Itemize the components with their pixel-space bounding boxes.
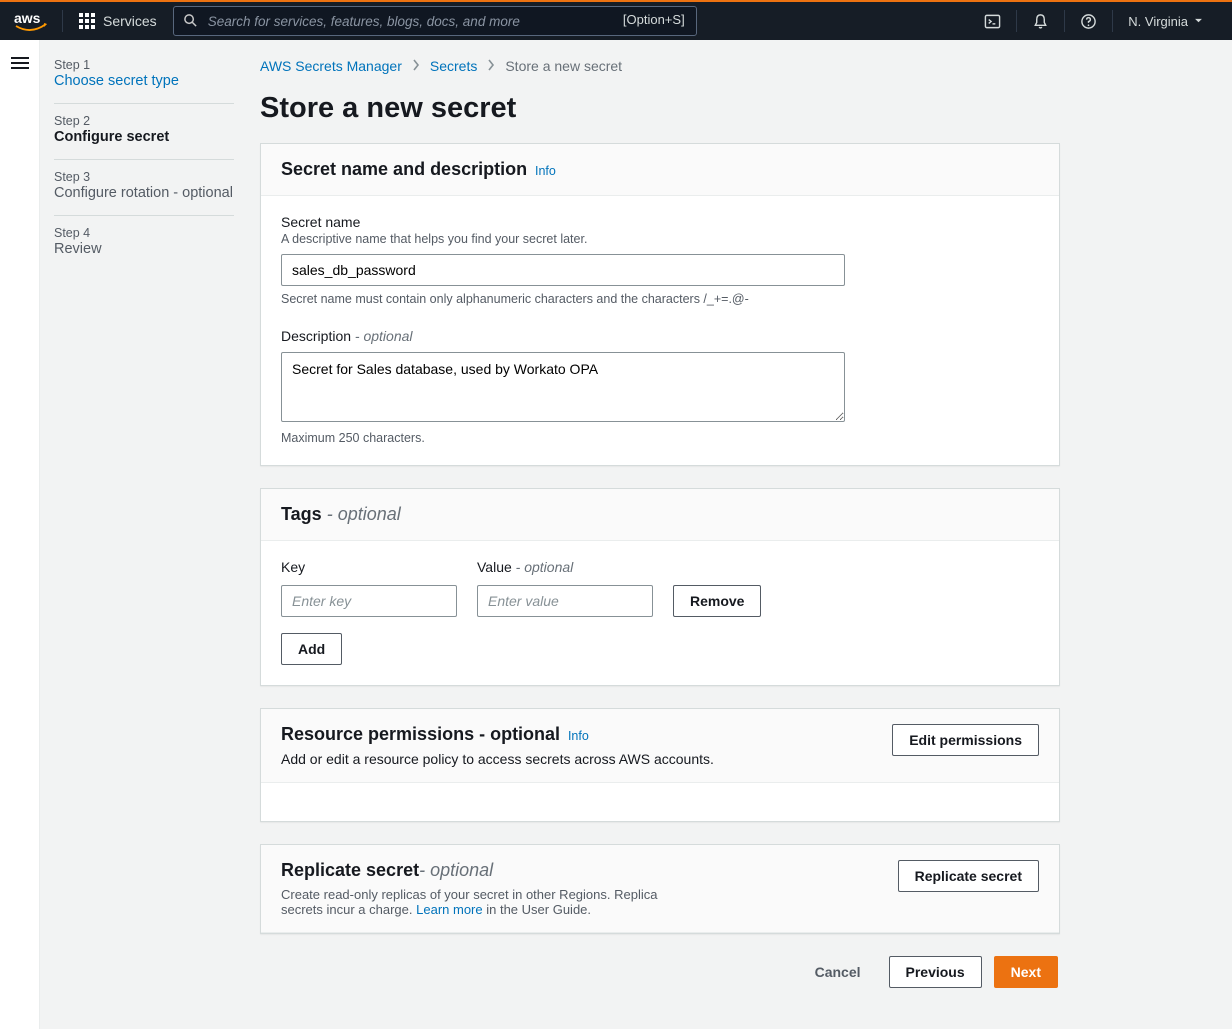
- tag-key-label: Key: [281, 559, 457, 575]
- tag-value-input[interactable]: [477, 585, 653, 617]
- wizard-step-label: Step 4: [54, 226, 234, 240]
- tags-card: Tags - optional Key Value - optional: [260, 488, 1060, 686]
- breadcrumb-link-secrets[interactable]: Secrets: [430, 58, 477, 74]
- secret-name-desc: A descriptive name that helps you find y…: [281, 232, 1039, 246]
- breadcrumb-link-root[interactable]: AWS Secrets Manager: [260, 58, 402, 74]
- search-shortcut-hint: [Option+S]: [623, 12, 685, 27]
- hamburger-icon[interactable]: [11, 54, 29, 1029]
- wizard-step-label: Step 3: [54, 170, 234, 184]
- card-header: Tags - optional: [261, 489, 1059, 541]
- card-header: Secret name and description Info: [261, 144, 1059, 196]
- card-subtitle: Create read-only replicas of your secret…: [281, 887, 701, 917]
- description-label: Description - optional: [281, 328, 1039, 344]
- wizard-step-4: Step 4 Review: [54, 226, 234, 271]
- breadcrumb-current: Store a new secret: [505, 58, 622, 74]
- card-heading: Secret name and description: [281, 159, 527, 179]
- secret-name-label: Secret name: [281, 214, 1039, 230]
- wizard-steps: Step 1 Choose secret type Step 2 Configu…: [40, 40, 240, 1029]
- page-title: Store a new secret: [260, 92, 1060, 125]
- search-icon: [183, 13, 198, 31]
- region-selector[interactable]: N. Virginia: [1112, 10, 1218, 32]
- chevron-right-icon: [487, 58, 495, 74]
- top-right-controls: N. Virginia: [969, 10, 1218, 32]
- edit-permissions-button[interactable]: Edit permissions: [892, 724, 1039, 756]
- wizard-step-title: Configure rotation - optional: [54, 185, 234, 201]
- wizard-step-label: Step 1: [54, 58, 234, 72]
- aws-top-nav: aws Services [Option+S] N.: [0, 0, 1232, 40]
- replicate-secret-button[interactable]: Replicate secret: [898, 860, 1039, 892]
- services-menu-button[interactable]: Services: [77, 9, 159, 33]
- services-grid-icon: [79, 13, 95, 29]
- previous-button[interactable]: Previous: [889, 956, 982, 988]
- wizard-step-3: Step 3 Configure rotation - optional: [54, 170, 234, 216]
- wizard-step-title: Configure secret: [54, 129, 234, 145]
- aws-logo[interactable]: aws: [14, 2, 48, 40]
- cloudshell-button[interactable]: [969, 10, 1016, 32]
- add-tag-button[interactable]: Add: [281, 633, 342, 665]
- region-label: N. Virginia: [1128, 14, 1188, 29]
- notifications-button[interactable]: [1016, 10, 1064, 32]
- card-header: Replicate secret- optional Create read-o…: [261, 845, 1059, 933]
- services-label: Services: [103, 13, 157, 29]
- global-search: [Option+S]: [173, 6, 697, 36]
- side-drawer-toggle-column: [0, 40, 40, 1029]
- learn-more-link[interactable]: Learn more: [416, 902, 482, 917]
- divider: [62, 10, 63, 32]
- secret-name-constraint: Secret name must contain only alphanumer…: [281, 292, 1039, 306]
- search-input[interactable]: [173, 6, 697, 36]
- wizard-step-1[interactable]: Step 1 Choose secret type: [54, 58, 234, 104]
- wizard-footer: Cancel Previous Next: [260, 956, 1060, 988]
- card-heading: Tags - optional: [281, 504, 401, 524]
- info-link[interactable]: Info: [568, 729, 589, 743]
- breadcrumb: AWS Secrets Manager Secrets Store a new …: [260, 58, 1060, 74]
- cancel-button[interactable]: Cancel: [799, 956, 877, 988]
- description-textarea[interactable]: [281, 352, 845, 422]
- secret-name-card: Secret name and description Info Secret …: [260, 143, 1060, 466]
- card-header: Resource permissions - optional Info Add…: [261, 709, 1059, 783]
- description-constraint: Maximum 250 characters.: [281, 431, 1039, 445]
- tag-key-input[interactable]: [281, 585, 457, 617]
- tag-value-label: Value - optional: [477, 559, 653, 575]
- card-heading: Resource permissions - optional: [281, 724, 560, 744]
- card-subtitle: Add or edit a resource policy to access …: [281, 751, 714, 767]
- resource-permissions-card: Resource permissions - optional Info Add…: [260, 708, 1060, 822]
- help-button[interactable]: [1064, 10, 1112, 32]
- remove-tag-button[interactable]: Remove: [673, 585, 761, 617]
- chevron-right-icon: [412, 58, 420, 74]
- main-content: AWS Secrets Manager Secrets Store a new …: [240, 40, 1080, 1029]
- replicate-secret-card: Replicate secret- optional Create read-o…: [260, 844, 1060, 934]
- wizard-step-label: Step 2: [54, 114, 234, 128]
- next-button[interactable]: Next: [994, 956, 1058, 988]
- secret-name-input[interactable]: [281, 254, 845, 286]
- card-heading: Replicate secret- optional: [281, 860, 493, 880]
- info-link[interactable]: Info: [535, 164, 556, 178]
- wizard-step-title: Review: [54, 241, 234, 257]
- wizard-step-2: Step 2 Configure secret: [54, 114, 234, 160]
- caret-down-icon: [1194, 18, 1203, 24]
- wizard-step-title: Choose secret type: [54, 73, 234, 89]
- svg-text:aws: aws: [14, 11, 41, 26]
